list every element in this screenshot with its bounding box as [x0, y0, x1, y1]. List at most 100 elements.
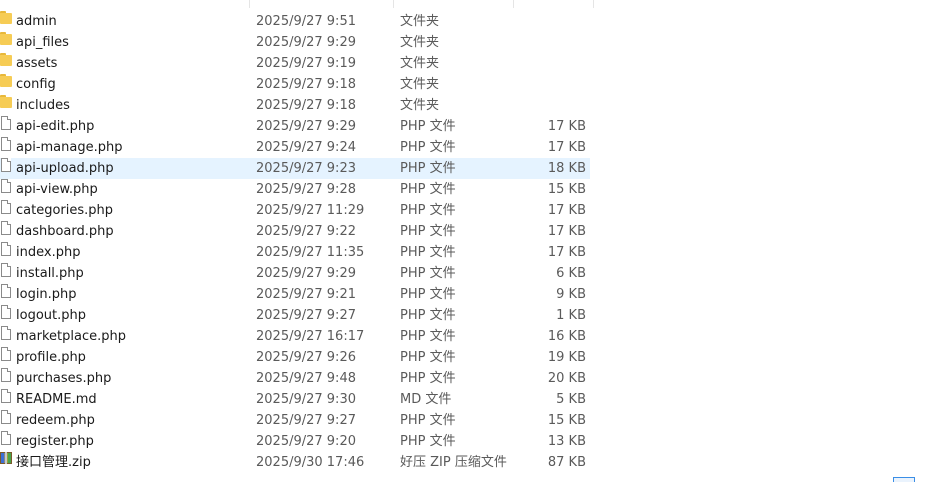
file-date-modified: 2025/9/27 9:29: [256, 35, 356, 50]
file-icon: [1, 158, 11, 172]
file-row[interactable]: install.php 2025/9/27 9:29 PHP 文件 6 KB: [0, 263, 590, 284]
file-date-modified: 2025/9/27 9:29: [256, 119, 356, 134]
file-type: PHP 文件: [400, 140, 456, 155]
file-date-modified: 2025/9/27 11:35: [256, 245, 365, 260]
file-name: config: [16, 77, 56, 92]
zip-archive-icon: [0, 452, 12, 464]
file-row[interactable]: login.php 2025/9/27 9:21 PHP 文件 9 KB: [0, 284, 590, 305]
file-row[interactable]: includes 2025/9/27 9:18 文件夹: [0, 95, 590, 116]
file-type: PHP 文件: [400, 308, 456, 323]
file-name: install.php: [16, 266, 84, 281]
file-type: PHP 文件: [400, 371, 456, 386]
file-row[interactable]: index.php 2025/9/27 11:35 PHP 文件 17 KB: [0, 242, 590, 263]
file-row[interactable]: README.md 2025/9/27 9:30 MD 文件 5 KB: [0, 389, 590, 410]
file-date-modified: 2025/9/27 9:26: [256, 350, 356, 365]
file-row[interactable]: purchases.php 2025/9/27 9:48 PHP 文件 20 KB: [0, 368, 590, 389]
file-date-modified: 2025/9/30 17:46: [256, 455, 365, 470]
file-row[interactable]: admin 2025/9/27 9:51 文件夹: [0, 11, 590, 32]
file-date-modified: 2025/9/27 9:29: [256, 266, 356, 281]
file-icon: [1, 116, 11, 130]
file-size: 17 KB: [547, 224, 586, 239]
file-type: PHP 文件: [400, 203, 456, 218]
file-name: 接口管理.zip: [16, 455, 91, 470]
file-icon: [1, 410, 11, 424]
file-size: 17 KB: [547, 140, 586, 155]
file-row[interactable]: register.php 2025/9/27 9:20 PHP 文件 13 KB: [0, 431, 590, 452]
file-name: api-upload.php: [16, 161, 114, 176]
file-icon: [1, 284, 11, 298]
file-date-modified: 2025/9/27 9:24: [256, 140, 356, 155]
file-size: 17 KB: [547, 245, 586, 260]
file-icon: [1, 137, 11, 151]
file-name: categories.php: [16, 203, 114, 218]
file-name: README.md: [16, 392, 97, 407]
file-name: api-manage.php: [16, 140, 123, 155]
file-type: PHP 文件: [400, 224, 456, 239]
file-name: register.php: [16, 434, 94, 449]
file-date-modified: 2025/9/27 16:17: [256, 329, 365, 344]
file-name: includes: [16, 98, 70, 113]
folder-icon: [0, 11, 12, 24]
file-row[interactable]: api-view.php 2025/9/27 9:28 PHP 文件 15 KB: [0, 179, 590, 200]
file-size: 6 KB: [556, 266, 586, 281]
file-date-modified: 2025/9/27 9:48: [256, 371, 356, 386]
file-row[interactable]: categories.php 2025/9/27 11:29 PHP 文件 17 KB: [0, 200, 590, 221]
file-name: api-view.php: [16, 182, 98, 197]
file-row[interactable]: config 2025/9/27 9:18 文件夹: [0, 74, 590, 95]
file-row[interactable]: api-manage.php 2025/9/27 9:24 PHP 文件 17 KB: [0, 137, 590, 158]
file-name: assets: [16, 56, 58, 71]
file-row[interactable]: dashboard.php 2025/9/27 9:22 PHP 文件 17 KB: [0, 221, 590, 242]
file-row[interactable]: api-edit.php 2025/9/27 9:29 PHP 文件 17 KB: [0, 116, 590, 137]
file-row[interactable]: profile.php 2025/9/27 9:26 PHP 文件 19 KB: [0, 347, 590, 368]
column-divider[interactable]: [593, 0, 594, 8]
file-size: 9 KB: [556, 287, 586, 302]
file-name: dashboard.php: [16, 224, 114, 239]
file-date-modified: 2025/9/27 9:21: [256, 287, 356, 302]
file-size: 19 KB: [547, 350, 586, 365]
file-size: 15 KB: [547, 413, 586, 428]
file-icon: [1, 263, 11, 277]
file-name: api-edit.php: [16, 119, 95, 134]
file-size: 87 KB: [547, 455, 586, 470]
file-type: PHP 文件: [400, 161, 456, 176]
column-divider[interactable]: [513, 0, 514, 8]
file-icon: [1, 431, 11, 445]
file-type: 文件夹: [400, 77, 440, 92]
file-name: profile.php: [16, 350, 86, 365]
file-name: login.php: [16, 287, 77, 302]
file-row[interactable]: 接口管理.zip 2025/9/30 17:46 好压 ZIP 压缩文件 87 KB: [0, 452, 590, 473]
file-name: index.php: [16, 245, 81, 260]
file-name: api_files: [16, 35, 69, 50]
file-row[interactable]: logout.php 2025/9/27 9:27 PHP 文件 1 KB: [0, 305, 590, 326]
file-type: 文件夹: [400, 35, 440, 50]
file-name: marketplace.php: [16, 329, 126, 344]
file-date-modified: 2025/9/27 9:30: [256, 392, 356, 407]
folder-icon: [0, 53, 12, 66]
file-date-modified: 2025/9/27 9:28: [256, 182, 356, 197]
column-divider[interactable]: [249, 0, 250, 8]
file-type: MD 文件: [400, 392, 452, 407]
file-icon: [1, 242, 11, 256]
file-row[interactable]: marketplace.php 2025/9/27 16:17 PHP 文件 16 K…: [0, 326, 590, 347]
file-icon: [1, 221, 11, 235]
file-type: PHP 文件: [400, 245, 456, 260]
file-type: 文件夹: [400, 98, 440, 113]
selection-box: [893, 477, 915, 482]
column-divider[interactable]: [393, 0, 394, 8]
file-name: purchases.php: [16, 371, 112, 386]
file-row[interactable]: redeem.php 2025/9/27 9:27 PHP 文件 15 KB: [0, 410, 590, 431]
file-date-modified: 2025/9/27 9:19: [256, 56, 356, 71]
file-type: PHP 文件: [400, 182, 456, 197]
file-date-modified: 2025/9/27 9:20: [256, 434, 356, 449]
file-type: PHP 文件: [400, 266, 456, 281]
file-type: PHP 文件: [400, 350, 456, 365]
file-icon: [1, 389, 11, 403]
file-size: 1 KB: [556, 308, 586, 323]
file-row[interactable]: assets 2025/9/27 9:19 文件夹: [0, 53, 590, 74]
file-size: 17 KB: [547, 119, 586, 134]
file-row[interactable]: api_files 2025/9/27 9:29 文件夹: [0, 32, 590, 53]
file-icon: [1, 326, 11, 340]
file-size: 16 KB: [547, 329, 586, 344]
file-type: 好压 ZIP 压缩文件: [400, 455, 507, 470]
file-row[interactable]: api-upload.php 2025/9/27 9:23 PHP 文件 18 KB: [0, 158, 590, 179]
